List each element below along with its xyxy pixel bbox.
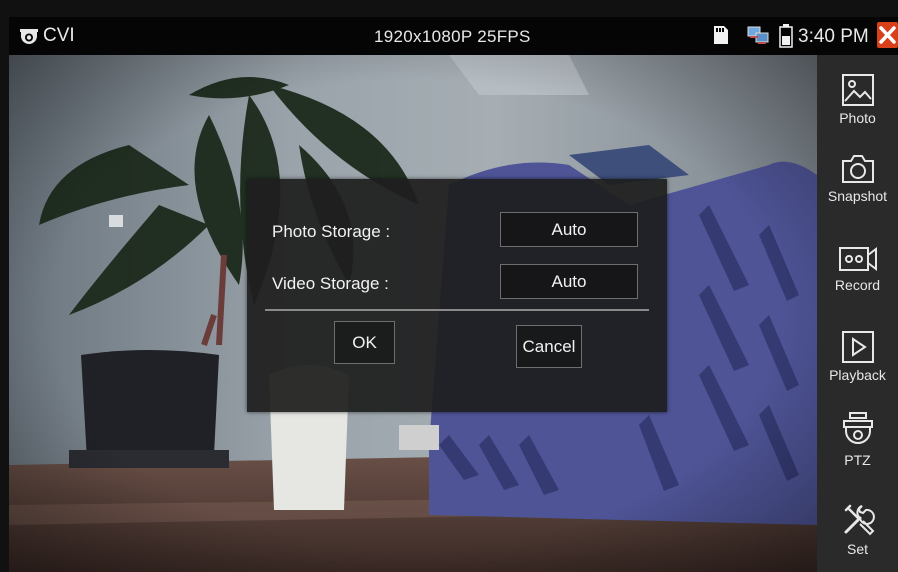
photo-label: Photo: [839, 110, 876, 126]
network-icon: [747, 26, 769, 44]
set-label: Set: [846, 541, 868, 557]
close-button[interactable]: [877, 22, 898, 48]
video-storage-label: Video Storage :: [272, 274, 389, 293]
photo-storage-select[interactable]: Auto: [500, 212, 638, 247]
camera-icon: [841, 155, 874, 183]
ptz-camera-icon: [842, 412, 873, 444]
photo-button[interactable]: Photo: [817, 73, 898, 126]
photo-icon: [841, 74, 874, 106]
camera-dome-icon: [20, 29, 38, 44]
playback-label: Playback: [829, 367, 886, 383]
sd-card-icon: [714, 26, 728, 44]
tools-icon: [844, 504, 875, 536]
record-button[interactable]: Record: [817, 244, 898, 293]
play-icon: [841, 331, 874, 363]
resolution-label: 1920x1080P 25FPS: [374, 27, 531, 46]
ptz-label: PTZ: [844, 452, 871, 468]
clock: 3:40 PM: [798, 26, 869, 47]
close-icon: [879, 26, 896, 44]
ptz-button[interactable]: PTZ: [817, 411, 898, 468]
video-record-icon: [838, 247, 877, 271]
tester-screen: CVI 1920x1080P 25FPS 3:40 PM Photo Snaps…: [0, 0, 898, 572]
status-bar: CVI 1920x1080P 25FPS 3:40 PM: [9, 17, 898, 55]
storage-dialog: Photo Storage : Auto Video Storage : Aut…: [247, 179, 667, 412]
side-toolbar: Photo Snapshot Record Playback PTZ Set: [817, 55, 898, 572]
cancel-button[interactable]: Cancel: [516, 325, 582, 368]
snapshot-button[interactable]: Snapshot: [817, 153, 898, 204]
dialog-divider: [265, 309, 649, 311]
snapshot-label: Snapshot: [827, 188, 888, 204]
battery-icon: [779, 24, 793, 48]
ok-button[interactable]: OK: [334, 321, 395, 364]
photo-storage-label: Photo Storage :: [272, 222, 391, 241]
mode-label: CVI: [43, 25, 75, 46]
set-button[interactable]: Set: [817, 502, 898, 557]
playback-button[interactable]: Playback: [817, 330, 898, 383]
record-label: Record: [834, 277, 881, 293]
video-storage-select[interactable]: Auto: [500, 264, 638, 299]
